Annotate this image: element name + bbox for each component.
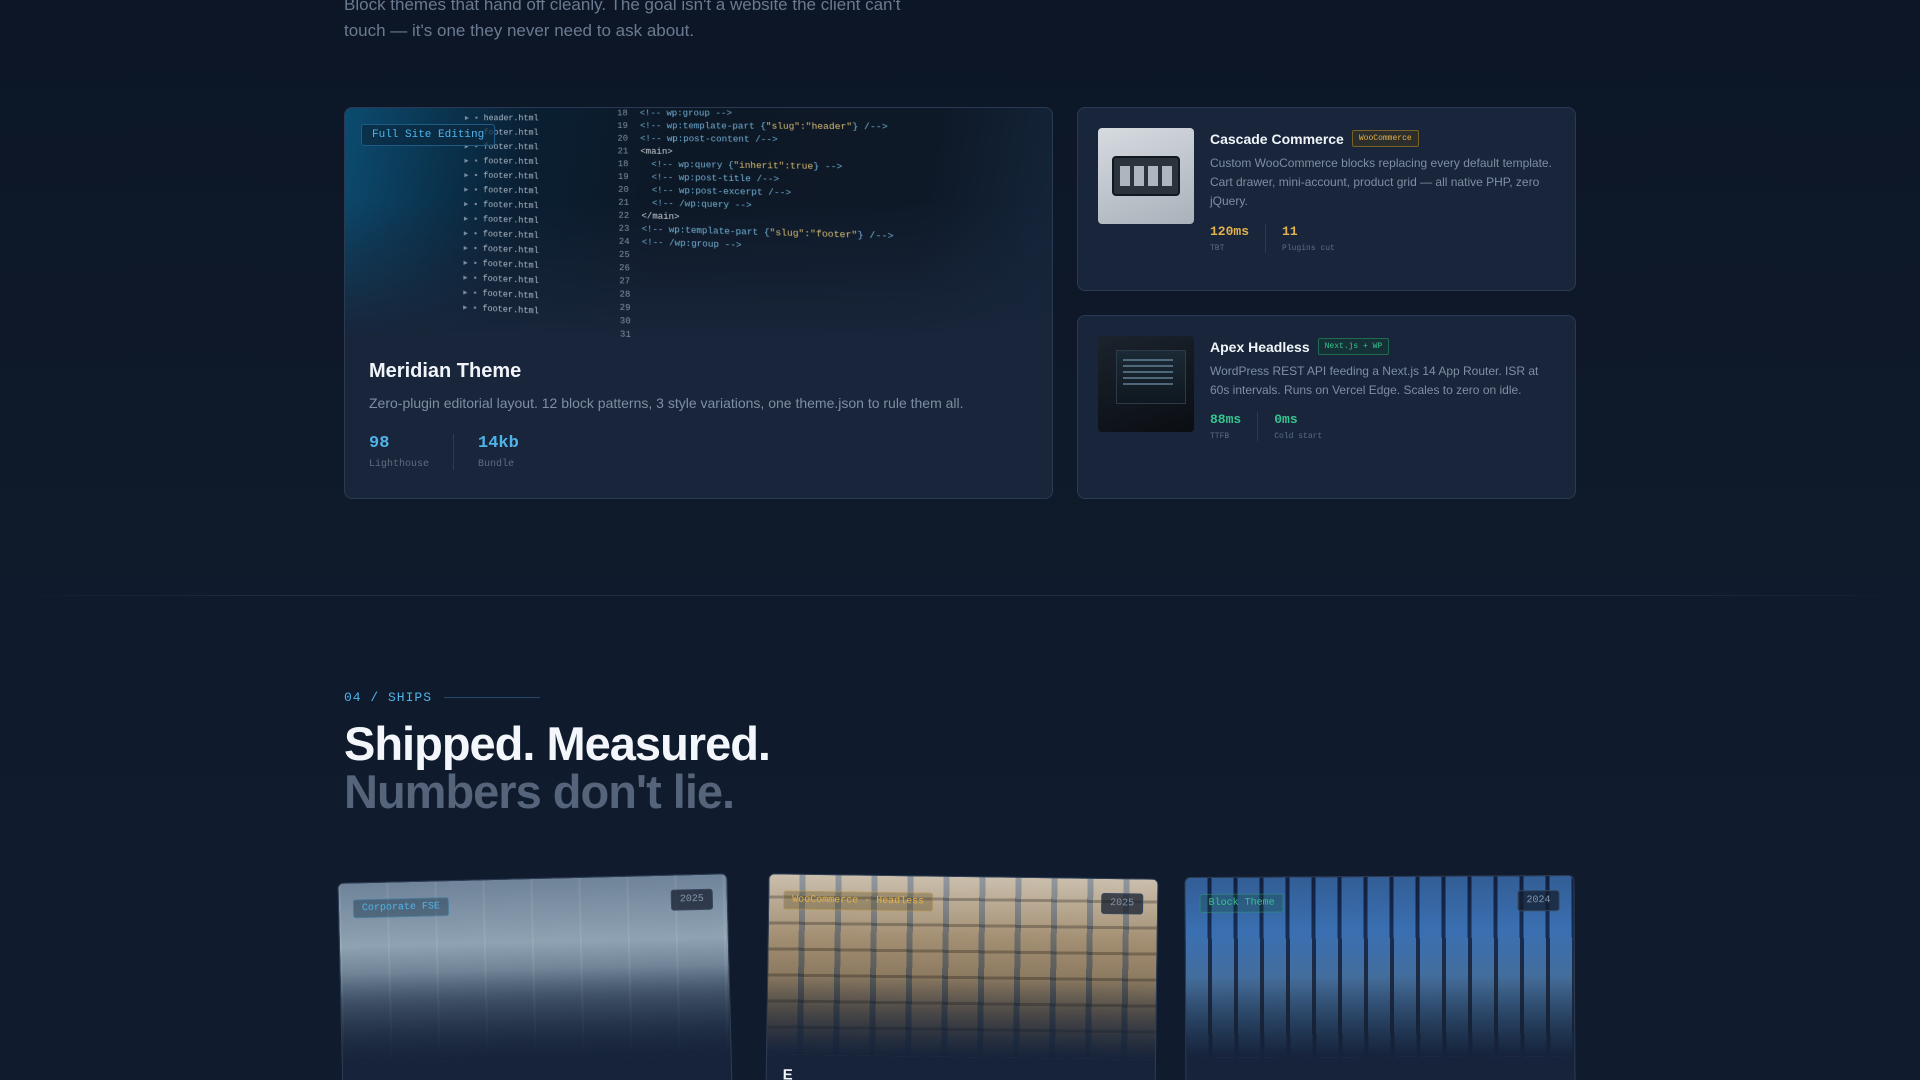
project-title: Cascade Commerce bbox=[1210, 130, 1344, 147]
stat-label: TTFB bbox=[1210, 432, 1230, 441]
featured-project-card[interactable]: header.html footer.html footer.html foot… bbox=[344, 107, 1053, 499]
project-card-header: Apex Headless Next.js + WP bbox=[1210, 338, 1390, 355]
project-thumbnail bbox=[1098, 128, 1194, 224]
stat-label: Bundle bbox=[478, 459, 515, 470]
line-numbers: 18192021181920212223242526272829303132 bbox=[617, 109, 631, 338]
project-card-office[interactable]: Corporate FSE 2025 bbox=[337, 873, 733, 1080]
stat-label: Cold start bbox=[1274, 432, 1323, 441]
stat-plugins-cut: 11 Plugins cut bbox=[1282, 224, 1351, 253]
stat-value: 14kb bbox=[478, 434, 519, 453]
project-year-badge: 2024 bbox=[1517, 890, 1560, 912]
stat-tbt: 120ms TBT bbox=[1210, 224, 1267, 253]
project-tag: WooCommerce · Headless bbox=[783, 890, 934, 912]
stat-value: 120ms bbox=[1210, 224, 1250, 239]
section-subheading: Numbers don't lie. bbox=[344, 765, 735, 818]
stat-value: 11 bbox=[1282, 224, 1298, 239]
section-label-rule bbox=[444, 697, 541, 698]
section-label-text: 04 / SHIPS bbox=[344, 690, 433, 705]
project-card-apex-headless[interactable]: Apex Headless Next.js + WP WordPress RES… bbox=[1077, 315, 1576, 499]
project-thumbnail bbox=[1098, 336, 1194, 432]
tech-badge: WooCommerce bbox=[1351, 130, 1419, 147]
project-card-cascade-commerce[interactable]: Cascade Commerce WooCommerce Custom WooC… bbox=[1077, 107, 1576, 291]
section-label: 04 / SHIPS bbox=[344, 690, 541, 705]
stat-ttfb: 88ms TTFB bbox=[1210, 412, 1259, 441]
stat-value: 98 bbox=[369, 434, 390, 453]
project-title: Apex Headless bbox=[1210, 338, 1310, 355]
project-year-badge: 2025 bbox=[1101, 892, 1144, 915]
feature-hero-image: header.html footer.html footer.html foot… bbox=[345, 108, 1052, 338]
stat-label: Lighthouse bbox=[369, 459, 430, 470]
tech-badge: Next.js + WP bbox=[1317, 338, 1390, 355]
project-tag: Block Theme bbox=[1199, 893, 1284, 913]
project-card-warehouse[interactable]: WooCommerce · Headless 2025 E bbox=[765, 873, 1159, 1080]
page: Block themes that hand off cleanly. The … bbox=[0, 0, 1920, 1080]
section-divider bbox=[0, 595, 1920, 596]
monitor-illustration bbox=[1116, 350, 1186, 404]
code-source: <!-- wp:group --> <!-- wp:template-part … bbox=[639, 109, 894, 252]
stat-value: 88ms bbox=[1210, 412, 1242, 427]
project-title: E bbox=[782, 1066, 793, 1080]
project-description: WordPress REST API feeding a Next.js 14 … bbox=[1210, 364, 1539, 397]
project-card-header: Cascade Commerce WooCommerce bbox=[1210, 130, 1419, 147]
project-card-control-room[interactable]: Block Theme 2024 bbox=[1184, 874, 1576, 1080]
stat-bundle: 14kb Bundle bbox=[478, 434, 543, 470]
feature-stats: 98 Lighthouse 14kb Bundle bbox=[369, 434, 567, 470]
tablet-illustration bbox=[1112, 156, 1180, 196]
intro-text: Block themes that hand off cleanly. The … bbox=[344, 0, 901, 40]
stat-label: Plugins cut bbox=[1282, 244, 1335, 253]
stat-label: TBT bbox=[1210, 244, 1225, 253]
feature-title: Meridian Theme bbox=[369, 360, 522, 382]
project-year-badge: 2025 bbox=[670, 888, 714, 911]
project-stats: 120ms TBT 11 Plugins cut bbox=[1210, 224, 1367, 253]
code-editor-illustration: header.html footer.html footer.html foot… bbox=[401, 108, 1052, 338]
stat-cold-start: 0ms Cold start bbox=[1274, 412, 1338, 441]
stat-lighthouse: 98 Lighthouse bbox=[369, 434, 455, 470]
feature-description: Zero-plugin editorial layout. 12 block p… bbox=[369, 395, 964, 411]
project-description: Custom WooCommerce blocks replacing ever… bbox=[1210, 156, 1552, 208]
feature-tag: Full Site Editing bbox=[361, 124, 496, 146]
project-stats: 88ms TTFB 0ms Cold start bbox=[1210, 412, 1354, 441]
stat-value: 0ms bbox=[1274, 412, 1298, 427]
project-tag: Corporate FSE bbox=[352, 897, 450, 919]
section-heading: Shipped. Measured. bbox=[344, 717, 771, 770]
